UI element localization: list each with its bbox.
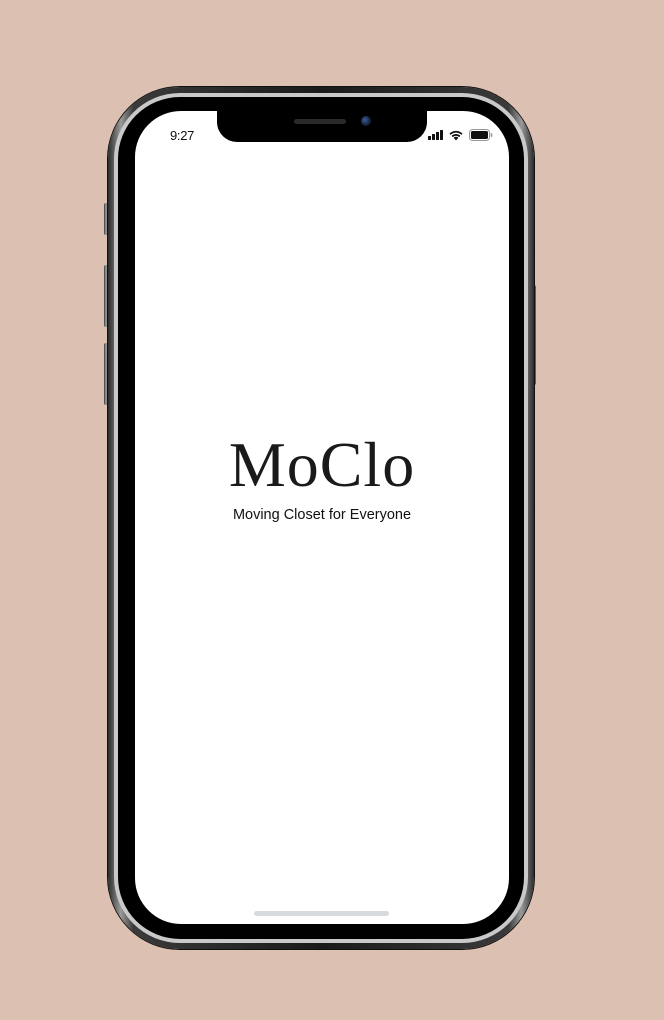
- status-time: 9:27: [170, 128, 195, 143]
- phone-screen: 9:27 MoClo Moving Closet for Everyone: [135, 111, 509, 924]
- notch: [217, 111, 427, 142]
- app-tagline: Moving Closet for Everyone: [232, 507, 412, 523]
- wifi-icon: [448, 129, 464, 141]
- speaker-grille: [294, 119, 346, 124]
- home-indicator[interactable]: [254, 911, 389, 916]
- front-camera-icon: [361, 116, 371, 126]
- splash-brand: MoClo Moving Closet for Everyone: [135, 429, 509, 524]
- status-icons: [428, 128, 493, 141]
- cellular-signal-icon: [428, 129, 443, 140]
- battery-icon: [469, 128, 493, 141]
- app-logo-wordmark: MoClo: [228, 429, 416, 500]
